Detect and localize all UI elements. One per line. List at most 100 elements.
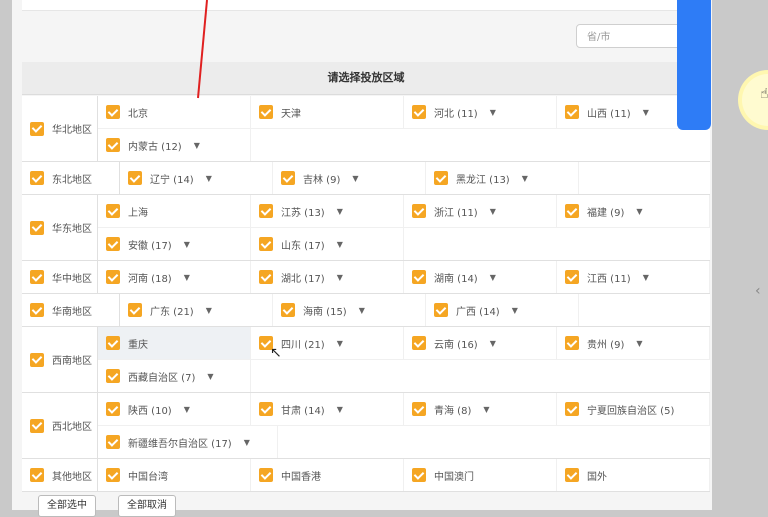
checkbox-checked-icon[interactable] [106, 204, 120, 218]
chevron-down-icon[interactable]: ▼ [337, 405, 343, 414]
checkbox-checked-icon[interactable] [30, 171, 44, 185]
checkbox-checked-icon[interactable] [412, 270, 426, 284]
chevron-down-icon[interactable]: ▼ [522, 174, 528, 183]
chevron-down-icon[interactable]: ▼ [206, 174, 212, 183]
chevron-down-icon[interactable]: ▼ [337, 339, 343, 348]
province-option[interactable]: 湖南 (14) ▼ [404, 261, 557, 293]
province-search-input[interactable] [577, 26, 685, 49]
province-option[interactable]: 海南 (15) ▼ [273, 294, 426, 326]
checkbox-checked-icon[interactable] [30, 468, 44, 482]
province-option[interactable]: 山东 (17) ▼ [251, 228, 404, 260]
province-option[interactable]: 广东 (21) ▼ [120, 294, 273, 326]
chevron-down-icon[interactable]: ▼ [643, 108, 649, 117]
province-option[interactable]: 湖北 (17) ▼ [251, 261, 404, 293]
checkbox-checked-icon[interactable] [128, 303, 142, 317]
checkbox-checked-icon[interactable] [30, 220, 44, 235]
checkbox-checked-icon[interactable] [434, 171, 448, 185]
checkbox-checked-icon[interactable] [128, 171, 142, 185]
province-option[interactable]: 江苏 (13) ▼ [251, 195, 404, 227]
checkbox-checked-icon[interactable] [565, 468, 579, 482]
cancel-all-button[interactable]: 全部取消 [118, 495, 176, 517]
chevron-down-icon[interactable]: ▼ [483, 405, 489, 414]
checkbox-checked-icon[interactable] [412, 402, 426, 416]
checkbox-checked-icon[interactable] [106, 270, 120, 284]
chevron-down-icon[interactable]: ▼ [337, 273, 343, 282]
province-option[interactable]: 贵州 (9) ▼ [557, 327, 710, 359]
province-option[interactable]: 天津 [251, 96, 404, 128]
province-option[interactable]: 福建 (9) ▼ [557, 195, 710, 227]
checkbox-checked-icon[interactable] [565, 204, 579, 218]
chevron-down-icon[interactable]: ▼ [352, 174, 358, 183]
checkbox-checked-icon[interactable] [259, 270, 273, 284]
region-checkbox[interactable]: 西北地区 [22, 393, 98, 458]
province-option[interactable]: 重庆 [98, 327, 251, 359]
chevron-down-icon[interactable]: ▼ [636, 207, 642, 216]
checkbox-checked-icon[interactable] [259, 468, 273, 482]
province-option[interactable]: 中国香港 [251, 459, 404, 491]
checkbox-checked-icon[interactable] [106, 105, 120, 119]
checkbox-checked-icon[interactable] [259, 237, 273, 251]
province-option[interactable]: 青海 (8) ▼ [404, 393, 557, 425]
province-option[interactable]: 吉林 (9) ▼ [273, 162, 426, 194]
checkbox-checked-icon[interactable] [106, 237, 120, 251]
checkbox-checked-icon[interactable] [30, 121, 44, 136]
checkbox-checked-icon[interactable] [30, 303, 44, 317]
region-checkbox[interactable]: 华中地区 [22, 261, 98, 293]
chevron-down-icon[interactable]: ▼ [337, 207, 343, 216]
checkbox-checked-icon[interactable] [434, 303, 448, 317]
checkbox-checked-icon[interactable] [106, 138, 120, 152]
region-checkbox[interactable]: 西南地区 [22, 327, 98, 392]
checkbox-checked-icon[interactable] [259, 204, 273, 218]
checkbox-checked-icon[interactable] [259, 105, 273, 119]
province-option[interactable]: 甘肃 (14) ▼ [251, 393, 404, 425]
chevron-down-icon[interactable]: ▼ [490, 273, 496, 282]
province-option[interactable]: 辽宁 (14) ▼ [120, 162, 273, 194]
chevron-down-icon[interactable]: ▼ [244, 438, 250, 447]
province-search-field[interactable] [576, 24, 686, 49]
chevron-down-icon[interactable]: ▼ [643, 273, 649, 282]
province-option[interactable]: 广西 (14) ▼ [426, 294, 579, 326]
chevron-down-icon[interactable]: ▼ [490, 108, 496, 117]
checkbox-checked-icon[interactable] [106, 468, 120, 482]
province-option[interactable]: 陕西 (10) ▼ [98, 393, 251, 425]
province-option[interactable]: 河南 (18) ▼ [98, 261, 251, 293]
checkbox-checked-icon[interactable] [30, 352, 44, 367]
chevron-down-icon[interactable]: ▼ [184, 405, 190, 414]
province-option[interactable]: 宁夏回族自治区 (5) [557, 393, 710, 425]
chevron-left-icon[interactable]: ‹ [755, 283, 761, 299]
checkbox-checked-icon[interactable] [412, 204, 426, 218]
province-option[interactable]: 北京 [98, 96, 251, 128]
checkbox-checked-icon[interactable] [565, 336, 579, 350]
checkbox-checked-icon[interactable] [30, 418, 44, 433]
province-option[interactable]: 上海 [98, 195, 251, 227]
province-option[interactable]: 西藏自治区 (7) ▼ [98, 360, 251, 392]
province-option[interactable]: 新疆维吾尔自治区 (17) ▼ [98, 426, 278, 458]
province-option[interactable]: 江西 (11) ▼ [557, 261, 710, 293]
region-checkbox[interactable]: 其他地区 [22, 459, 98, 491]
chevron-down-icon[interactable]: ▼ [184, 273, 190, 282]
checkbox-checked-icon[interactable] [106, 402, 120, 416]
chevron-down-icon[interactable]: ▼ [636, 339, 642, 348]
province-option[interactable]: 安徽 (17) ▼ [98, 228, 251, 260]
region-checkbox[interactable]: 华东地区 [22, 195, 98, 260]
checkbox-checked-icon[interactable] [412, 105, 426, 119]
checkbox-checked-icon[interactable] [106, 336, 120, 350]
select-all-button[interactable]: 全部选中 [38, 495, 96, 517]
region-checkbox[interactable]: 华北地区 [22, 96, 98, 161]
checkbox-checked-icon[interactable] [565, 270, 579, 284]
checkbox-checked-icon[interactable] [281, 303, 295, 317]
checkbox-checked-icon[interactable] [30, 270, 44, 284]
checkbox-checked-icon[interactable] [412, 468, 426, 482]
province-option[interactable]: 中国台湾 [98, 459, 251, 491]
checkbox-checked-icon[interactable] [281, 171, 295, 185]
province-option[interactable]: 国外 [557, 459, 710, 491]
chevron-down-icon[interactable]: ▼ [490, 207, 496, 216]
chevron-down-icon[interactable]: ▼ [194, 141, 200, 150]
chevron-down-icon[interactable]: ▼ [490, 339, 496, 348]
chevron-down-icon[interactable]: ▼ [207, 372, 213, 381]
province-option[interactable]: 中国澳门 [404, 459, 557, 491]
chevron-down-icon[interactable]: ▼ [337, 240, 343, 249]
chevron-down-icon[interactable]: ▼ [512, 306, 518, 315]
province-option[interactable]: 河北 (11) ▼ [404, 96, 557, 128]
checkbox-checked-icon[interactable] [565, 105, 579, 119]
